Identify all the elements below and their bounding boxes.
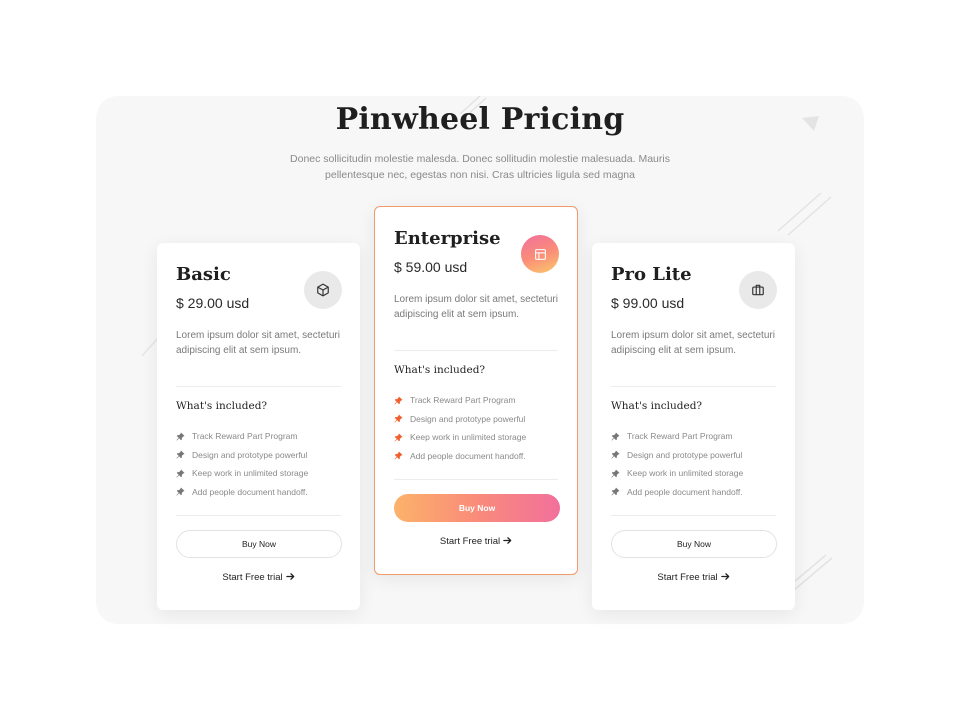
arrow-right-icon (285, 573, 294, 580)
feature-text: Add people document handoff. (410, 450, 526, 461)
page-subtitle: Donec sollicitudin molestie malesda. Don… (290, 153, 670, 181)
feature-text: Track Reward Part Program (627, 431, 733, 442)
pin-icon (611, 487, 620, 496)
feature-list: Track Reward Part Program Design and pro… (611, 427, 743, 501)
feature-text: Keep work in unlimited storage (410, 432, 527, 443)
plan-price: $ 59.00 usd (394, 259, 468, 275)
arrow-right-icon (720, 573, 729, 580)
start-free-trial-link[interactable]: Start Free trial (375, 536, 577, 547)
trial-label: Start Free trial (439, 536, 501, 547)
pin-icon (611, 432, 620, 441)
pin-icon (176, 487, 185, 496)
pin-icon (394, 396, 403, 405)
feature-list: Track Reward Part Program Design and pro… (176, 427, 308, 501)
divider (611, 386, 776, 387)
plan-description: Lorem ipsum dolor sit amet, secteturi ad… (394, 294, 558, 320)
feature-item: Add people document handoff. (611, 483, 743, 502)
feature-item: Design and prototype powerful (611, 446, 743, 465)
plan-card-basic: Basic $ 29.00 usd Lorem ipsum dolor sit … (157, 243, 360, 610)
plan-name: Pro Lite (611, 264, 692, 285)
feature-text: Keep work in unlimited storage (627, 468, 744, 479)
pin-icon (611, 450, 620, 459)
feature-text: Track Reward Part Program (410, 395, 516, 406)
feature-item: Design and prototype powerful (394, 410, 526, 429)
feature-item: Add people document handoff. (176, 483, 308, 502)
start-free-trial-link[interactable]: Start Free trial (592, 572, 795, 583)
feature-item: Keep work in unlimited storage (394, 428, 526, 447)
feature-text: Track Reward Part Program (192, 431, 298, 442)
plan-name: Enterprise (394, 228, 501, 249)
start-free-trial-link[interactable]: Start Free trial (157, 572, 360, 583)
divider (176, 515, 341, 516)
feature-text: Design and prototype powerful (410, 413, 526, 424)
divider (394, 479, 558, 480)
plan-description: Lorem ipsum dolor sit amet, secteturi ad… (611, 330, 775, 356)
feature-text: Add people document handoff. (627, 486, 743, 497)
feature-item: Track Reward Part Program (176, 427, 308, 446)
feature-item: Keep work in unlimited storage (176, 464, 308, 483)
cube-icon (304, 271, 342, 309)
feature-text: Keep work in unlimited storage (192, 468, 309, 479)
plan-price: $ 29.00 usd (176, 295, 250, 311)
briefcase-icon (739, 271, 777, 309)
feature-item: Design and prototype powerful (176, 446, 308, 465)
divider (611, 515, 776, 516)
trial-label: Start Free trial (657, 572, 718, 583)
page-title: Pinwheel Pricing (335, 102, 625, 137)
feature-text: Design and prototype powerful (192, 449, 308, 460)
included-heading: What's included? (611, 400, 703, 412)
buy-now-button[interactable]: Buy Now (611, 530, 777, 558)
divider (176, 386, 341, 387)
pin-icon (394, 451, 403, 460)
feature-item: Add people document handoff. (394, 447, 526, 466)
plan-card-enterprise: Enterprise $ 59.00 usd Lorem ipsum dolor… (374, 206, 578, 575)
feature-text: Design and prototype powerful (627, 449, 743, 460)
layout-icon (521, 235, 559, 273)
arrow-right-icon (503, 537, 512, 544)
decorative-lines-top (777, 192, 832, 236)
included-heading: What's included? (176, 400, 268, 412)
feature-item: Track Reward Part Program (611, 427, 743, 446)
pin-icon (176, 432, 185, 441)
trial-label: Start Free trial (222, 572, 283, 583)
feature-item: Keep work in unlimited storage (611, 464, 743, 483)
plan-name: Basic (176, 264, 231, 285)
feature-list: Track Reward Part Program Design and pro… (394, 391, 526, 465)
buy-now-button[interactable]: Buy Now (176, 530, 342, 558)
pin-icon (394, 433, 403, 442)
buy-now-button[interactable]: Buy Now (394, 494, 560, 522)
plan-price: $ 99.00 usd (611, 295, 685, 311)
included-heading: What's included? (394, 364, 486, 376)
pin-icon (176, 450, 185, 459)
pin-icon (176, 469, 185, 478)
plan-card-pro-lite: Pro Lite $ 99.00 usd Lorem ipsum dolor s… (592, 243, 795, 610)
pin-icon (394, 414, 403, 423)
feature-item: Track Reward Part Program (394, 391, 526, 410)
plan-description: Lorem ipsum dolor sit amet, secteturi ad… (176, 330, 340, 356)
divider (394, 350, 558, 351)
feature-text: Add people document handoff. (192, 486, 308, 497)
pin-icon (611, 469, 620, 478)
